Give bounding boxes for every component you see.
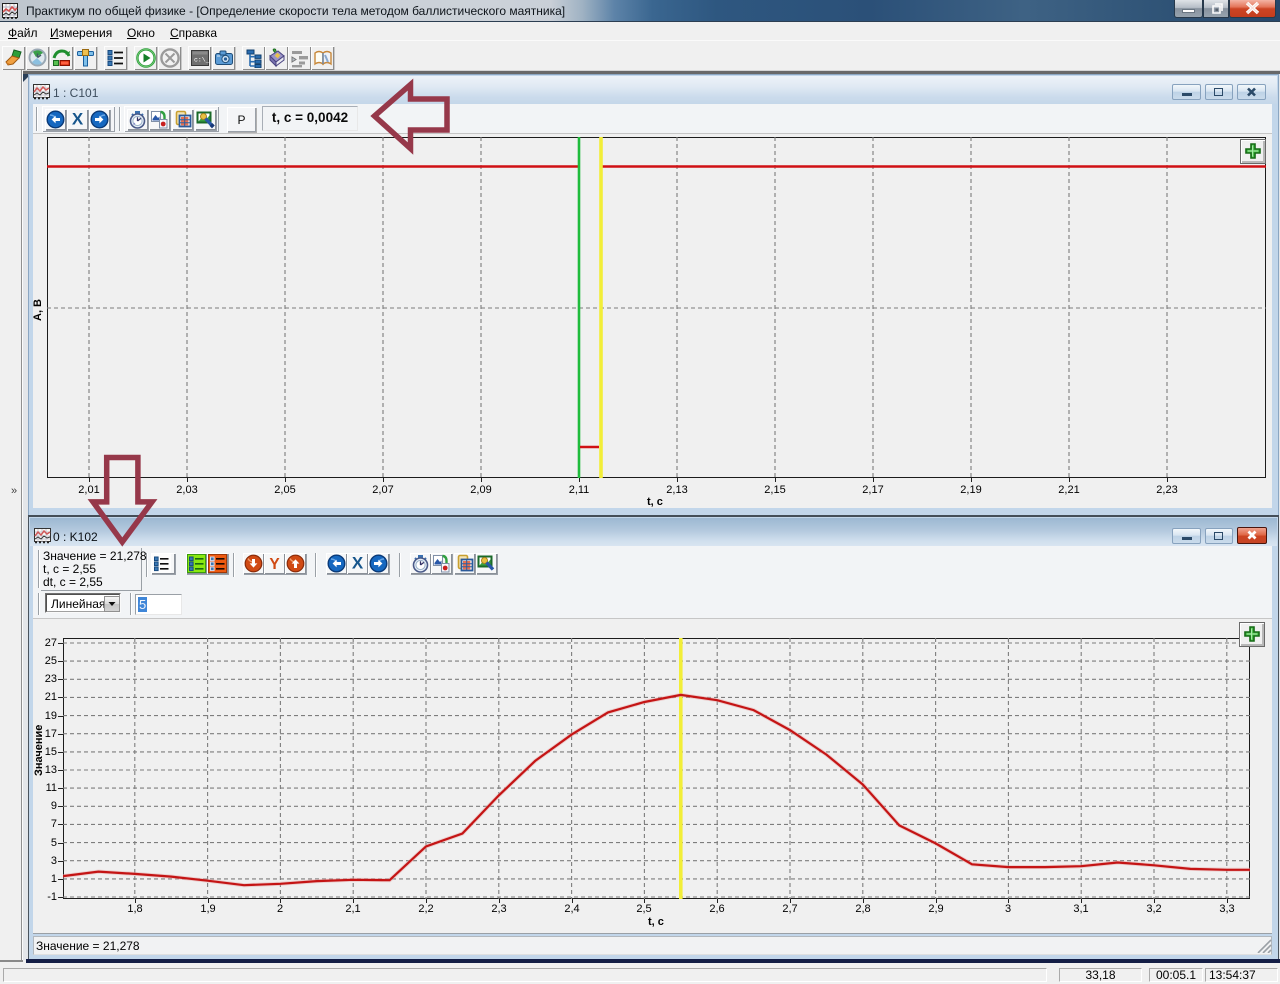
svg-text:X: X bbox=[352, 554, 364, 573]
svg-text:X: X bbox=[72, 110, 84, 129]
svg-text:c:\_: c:\_ bbox=[194, 57, 210, 64]
svg-text:Y: Y bbox=[269, 556, 280, 573]
